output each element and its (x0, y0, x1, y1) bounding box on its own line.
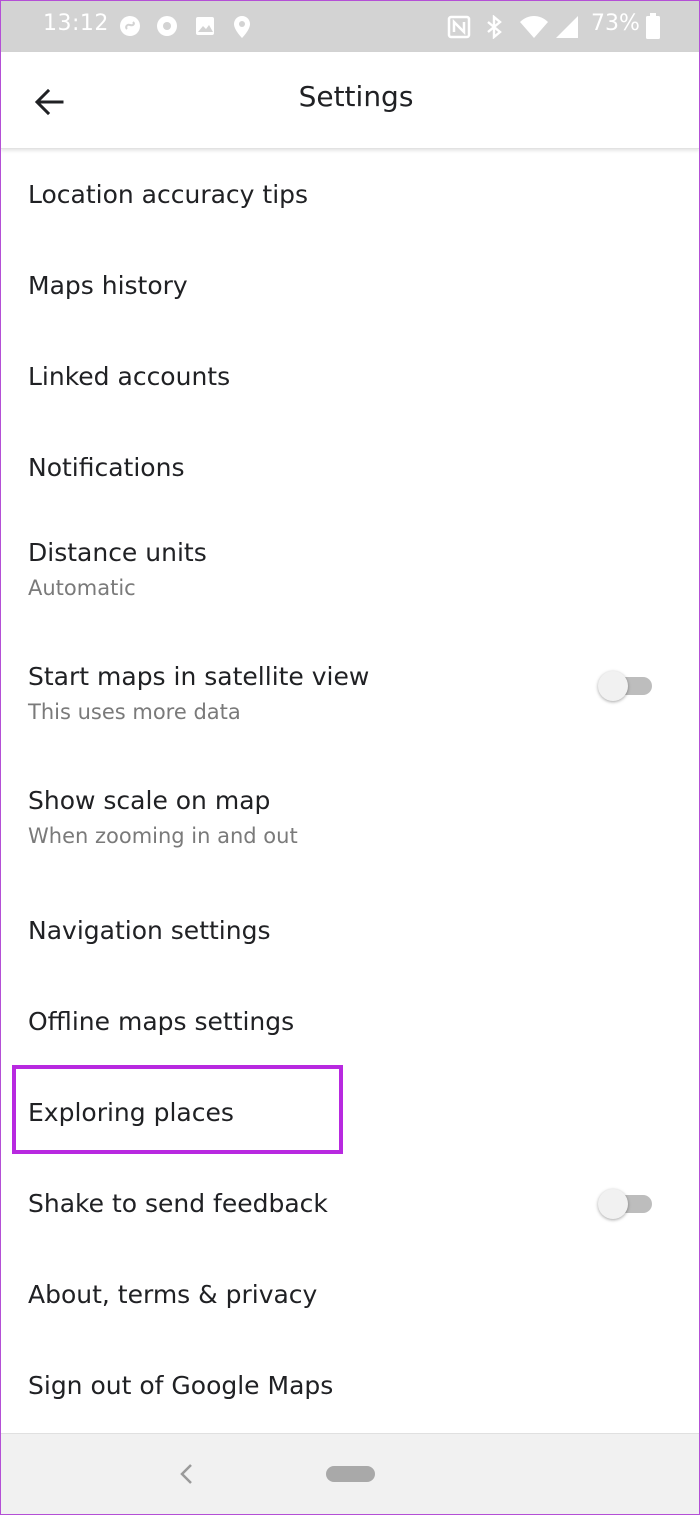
app-bar: Settings (1, 52, 699, 149)
settings-item-location-accuracy-tips[interactable]: Location accuracy tips (1, 150, 699, 241)
settings-item-distance-units[interactable]: Distance units Automatic (1, 514, 699, 638)
settings-item-offline-maps-settings[interactable]: Offline maps settings (1, 977, 699, 1068)
battery-icon (646, 13, 660, 43)
wifi-icon (519, 15, 549, 43)
page-title: Settings (298, 80, 414, 113)
settings-item-sign-out[interactable]: Sign out of Google Maps (1, 1341, 699, 1432)
shazam-icon (119, 15, 141, 41)
settings-item-notifications[interactable]: Notifications (1, 423, 699, 514)
settings-item-show-scale[interactable]: Show scale on map When zooming in and ou… (1, 762, 699, 886)
cell-signal-icon (555, 15, 579, 43)
shake-feedback-toggle[interactable] (598, 1189, 654, 1219)
home-pill-icon[interactable] (326, 1466, 375, 1482)
location-pin-icon (232, 15, 252, 43)
settings-item-label: Location accuracy tips (28, 180, 309, 209)
system-nav-bar (1, 1433, 699, 1515)
settings-item-label: Exploring places (28, 1098, 234, 1127)
settings-item-label: Maps history (28, 271, 188, 300)
settings-item-label: Offline maps settings (28, 1007, 295, 1036)
settings-item-linked-accounts[interactable]: Linked accounts (1, 332, 699, 423)
status-time: 13:12 (43, 11, 109, 36)
settings-item-label: Shake to send feedback (28, 1189, 328, 1218)
settings-item-label: About, terms & privacy (28, 1280, 318, 1309)
settings-item-satellite-view[interactable]: Start maps in satellite view This uses m… (1, 638, 699, 762)
nav-back-button[interactable] (174, 1460, 198, 1488)
settings-item-label: Navigation settings (28, 916, 271, 945)
settings-item-label: Linked accounts (28, 362, 231, 391)
settings-item-navigation-settings[interactable]: Navigation settings (1, 886, 699, 977)
settings-item-exploring-places[interactable]: Exploring places (1, 1068, 699, 1159)
settings-item-label: Distance units (28, 538, 207, 567)
bluetooth-icon (484, 14, 506, 43)
settings-item-shake-to-send-feedback[interactable]: Shake to send feedback (1, 1159, 699, 1250)
battery-percent: 73% (591, 11, 640, 36)
settings-item-subtitle: When zooming in and out (28, 824, 298, 848)
image-icon (194, 15, 216, 41)
toggle-thumb (598, 671, 628, 701)
settings-item-subtitle: Automatic (28, 576, 136, 600)
settings-item-label: Sign out of Google Maps (28, 1371, 334, 1400)
settings-item-maps-history[interactable]: Maps history (1, 241, 699, 332)
nfc-icon (447, 15, 471, 43)
toggle-thumb (598, 1189, 628, 1219)
settings-item-label: Start maps in satellite view (28, 662, 370, 691)
settings-list: Location accuracy tips Maps history Link… (1, 150, 699, 1432)
settings-item-label: Notifications (28, 453, 185, 482)
settings-item-label: Show scale on map (28, 786, 271, 815)
record-icon (156, 15, 178, 41)
settings-item-about-terms-privacy[interactable]: About, terms & privacy (1, 1250, 699, 1341)
nav-back-icon (180, 1464, 192, 1484)
satellite-view-toggle[interactable] (598, 671, 654, 701)
status-bar: 13:12 73% (1, 1, 699, 52)
settings-item-subtitle: This uses more data (28, 700, 241, 724)
